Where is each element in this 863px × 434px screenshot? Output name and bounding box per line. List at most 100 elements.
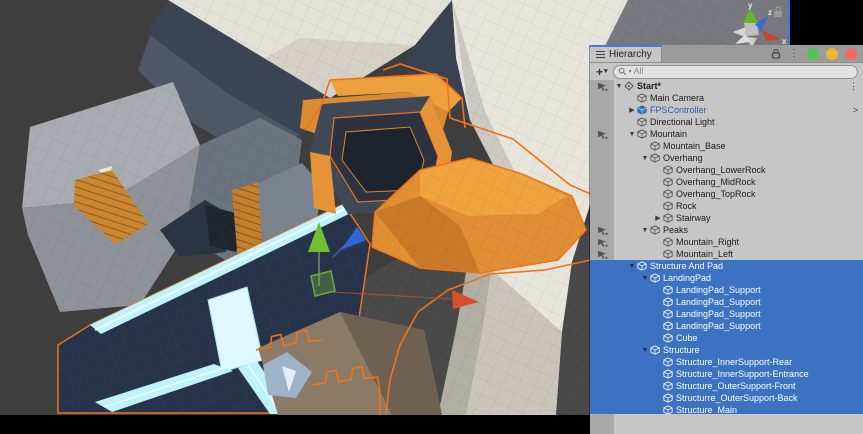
- caret-down-icon: ▾: [604, 68, 608, 75]
- pick-toggle-icon[interactable]: [597, 82, 608, 91]
- tree-row[interactable]: Structure_Main: [590, 404, 863, 414]
- cube-icon: [650, 141, 660, 151]
- tree-row[interactable]: LandingPad_Support: [590, 320, 863, 332]
- tree-row[interactable]: ▼ LandingPad: [590, 272, 863, 284]
- tree-row-label: Rock: [676, 201, 697, 211]
- cube-icon: [637, 261, 647, 271]
- tree-row-label: LandingPad_Support: [676, 297, 761, 307]
- pick-toggle-icon[interactable]: [597, 250, 608, 259]
- cube-icon: [663, 237, 673, 247]
- cube-icon: [663, 213, 673, 223]
- cube-icon: [663, 321, 673, 331]
- hierarchy-toolbar: + ▾ ▾ All: [590, 63, 863, 80]
- tree-row[interactable]: ▶FPSController>: [590, 104, 863, 116]
- tree-row[interactable]: Mountain_Base: [590, 140, 863, 152]
- cube-icon: [663, 297, 673, 307]
- panel-lock-icon[interactable]: [771, 48, 781, 59]
- tree-row[interactable]: LandingPad_Support: [590, 284, 863, 296]
- tree-row[interactable]: ▼Structure: [590, 344, 863, 356]
- tree-row[interactable]: LandingPad_Support: [590, 296, 863, 308]
- tree-row[interactable]: Rock: [590, 200, 863, 212]
- tree-row[interactable]: Cube: [590, 332, 863, 344]
- create-object-button[interactable]: + ▾: [596, 66, 608, 78]
- pick-toggle-icon[interactable]: [597, 238, 608, 247]
- tree-row-label: Structure_InnerSupport-Rear: [676, 357, 792, 367]
- tree-row-label: Cube: [676, 333, 698, 343]
- panel-menu-icon[interactable]: ⋮: [788, 49, 800, 59]
- axis-label-y: y: [748, 1, 753, 10]
- search-input[interactable]: ▾ All: [613, 65, 858, 79]
- cube-icon: [663, 393, 673, 403]
- tree-row[interactable]: ▼ Mountain: [590, 128, 863, 140]
- tree-row[interactable]: Mountain_Right: [590, 236, 863, 248]
- tree-row[interactable]: Overhang_LowerRock: [590, 164, 863, 176]
- axis-label-z: z: [768, 8, 772, 17]
- tree-row[interactable]: ▼Peaks: [590, 224, 863, 236]
- cube-icon: [650, 153, 660, 163]
- tree-row[interactable]: Structurre_OuterSupport-Back: [590, 392, 863, 404]
- expander-icon[interactable]: ▶: [627, 107, 637, 114]
- tree-row-label: Directional Light: [650, 117, 715, 127]
- gizmo-plane-handle[interactable]: [311, 271, 335, 296]
- tree-row[interactable]: Overhang_MidRock: [590, 176, 863, 188]
- tab-label: Hierarchy: [609, 49, 652, 60]
- tree-row[interactable]: Mountain_Left: [590, 248, 863, 260]
- tree-row[interactable]: ▶ Stairway: [590, 212, 863, 224]
- expander-icon[interactable]: ▼: [627, 131, 637, 138]
- tree-row-label: Structurre_OuterSupport-Back: [676, 393, 798, 403]
- tree-row-label: Stairway: [676, 213, 711, 223]
- window-dot-red[interactable]: [845, 48, 857, 60]
- pick-toggle-icon[interactable]: [597, 226, 608, 235]
- tab-hierarchy[interactable]: Hierarchy: [590, 45, 662, 62]
- cube-icon: [650, 225, 660, 235]
- prefab-chevron-icon[interactable]: >: [853, 105, 863, 115]
- expander-icon[interactable]: ▼: [614, 83, 624, 90]
- cube-icon: [637, 117, 647, 127]
- tree-row[interactable]: Structure_InnerSupport-Rear: [590, 356, 863, 368]
- window-dot-green[interactable]: [807, 48, 819, 60]
- pick-toggle-icon[interactable]: [597, 130, 608, 139]
- expander-icon[interactable]: ▼: [627, 263, 637, 270]
- tree-row-label: Mountain_Base: [663, 141, 726, 151]
- tree-row-label: Overhang_TopRock: [676, 189, 756, 199]
- cube-icon: [637, 129, 647, 139]
- tree-row[interactable]: Structure_InnerSupport-Entrance: [590, 368, 863, 380]
- tree-row[interactable]: ▼ Start* ⋮: [590, 80, 863, 92]
- expander-icon[interactable]: ▼: [640, 275, 650, 282]
- expander-icon[interactable]: ▼: [640, 227, 650, 234]
- scene-focus-border: [788, 0, 790, 46]
- tree-row[interactable]: Directional Light: [590, 116, 863, 128]
- search-text: All: [634, 67, 644, 76]
- tree-row[interactable]: LandingPad_Support: [590, 308, 863, 320]
- tree-row-label: Structure_Main: [676, 405, 737, 414]
- tree-row-label: Structure And Pad: [650, 261, 723, 271]
- tree-row[interactable]: Overhang_TopRock: [590, 188, 863, 200]
- cube-icon: [663, 165, 673, 175]
- expander-icon[interactable]: ▼: [640, 347, 650, 354]
- cube-icon: [663, 333, 673, 343]
- cube-icon: [663, 405, 673, 414]
- tree-row[interactable]: Main Camera: [590, 92, 863, 104]
- tree-row[interactable]: ▼Overhang: [590, 152, 863, 164]
- tree-row-label: Start*: [637, 81, 661, 91]
- cube-icon: [663, 357, 673, 367]
- tree-row[interactable]: Structure_OuterSupport-Front: [590, 380, 863, 392]
- tree-row-label: Main Camera: [650, 93, 704, 103]
- expander-icon[interactable]: ▼: [640, 155, 650, 162]
- cube-icon: [663, 177, 673, 187]
- search-filter-caret-icon: ▾: [629, 68, 632, 75]
- hierarchy-bottom-area: [590, 414, 863, 434]
- tree-row[interactable]: ▼ Structure And Pad: [590, 260, 863, 272]
- tree-row-label: Mountain_Left: [676, 249, 733, 259]
- search-icon: [618, 67, 627, 76]
- row-menu-icon[interactable]: ⋮: [849, 81, 863, 92]
- tree-row-label: Mountain: [650, 129, 687, 139]
- window-dot-yellow[interactable]: [826, 48, 838, 60]
- expander-icon[interactable]: ▶: [653, 215, 663, 222]
- hierarchy-list-icon: [596, 51, 605, 58]
- tree-row-label: LandingPad_Support: [676, 321, 761, 331]
- scene-icon: [624, 81, 634, 91]
- tree-row-label: Overhang_LowerRock: [676, 165, 766, 175]
- tree-row-label: LandingPad: [663, 273, 711, 283]
- tree-row-label: Mountain_Right: [676, 237, 739, 247]
